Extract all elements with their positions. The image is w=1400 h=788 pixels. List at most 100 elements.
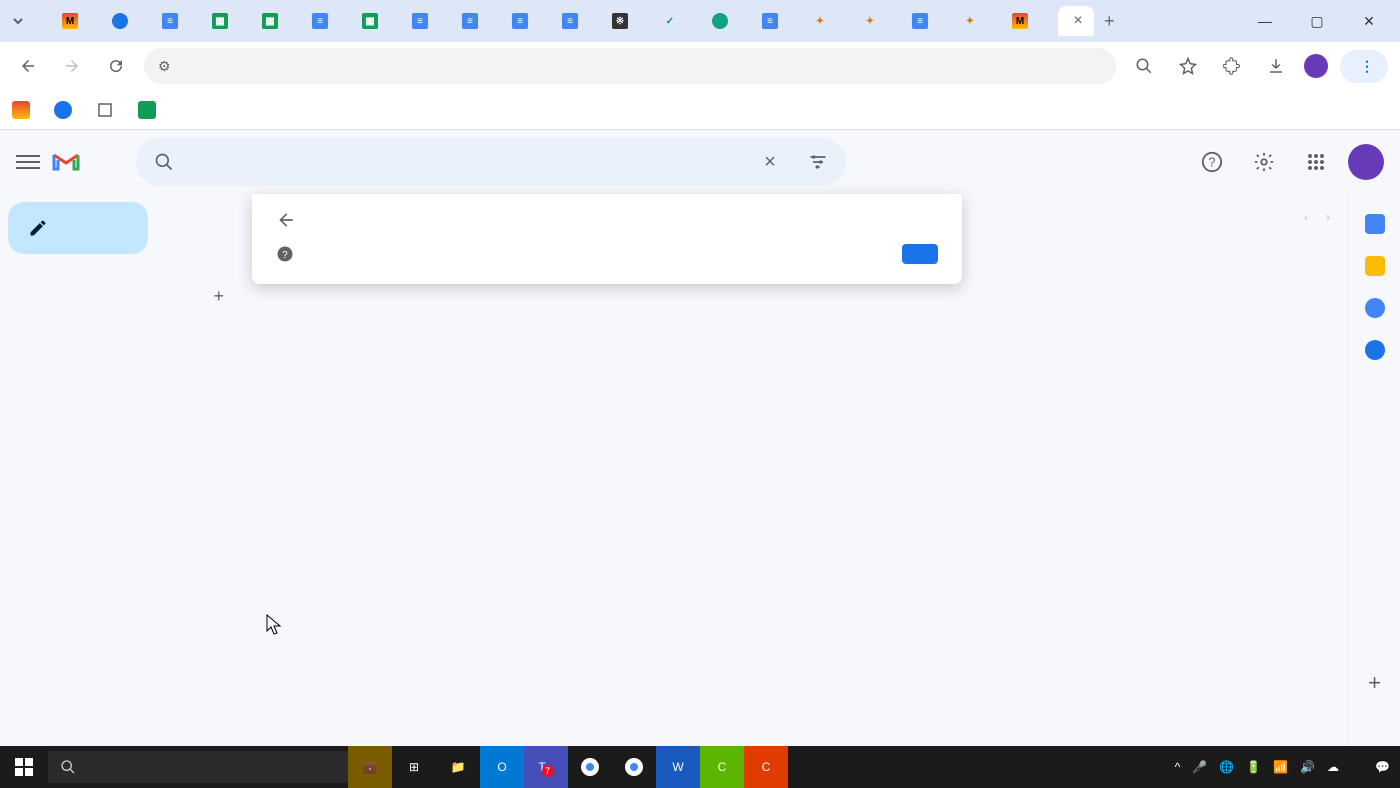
learn-more-link[interactable]: ?	[276, 245, 306, 263]
tab-sheet-3[interactable]: ▦	[358, 6, 402, 36]
back-arrow-icon[interactable]	[276, 210, 296, 230]
tab-doc-6[interactable]: ≡	[558, 6, 602, 36]
tray-weather-icon[interactable]: 🌐	[1219, 760, 1234, 774]
start-button[interactable]	[0, 758, 48, 776]
window-close[interactable]: ✕	[1346, 6, 1392, 36]
chrome-update-button[interactable]: ⋮	[1340, 50, 1388, 83]
create-filter-button[interactable]	[902, 244, 938, 264]
taskbar-taskview[interactable]: ⊞	[392, 746, 436, 788]
keep-addon-icon[interactable]	[1365, 256, 1385, 276]
tab-menu[interactable]	[8, 6, 52, 36]
filter-panel: ?	[252, 194, 962, 284]
tab-doc-3[interactable]: ≡	[408, 6, 452, 36]
taskbar-chrome-2[interactable]	[612, 746, 656, 788]
search-box: ×	[136, 138, 846, 186]
close-icon[interactable]: ×	[1073, 12, 1082, 30]
downloads-icon[interactable]	[1260, 50, 1292, 82]
tab-doc-5[interactable]: ≡	[508, 6, 552, 36]
tab-pepper[interactable]	[108, 6, 152, 36]
contacts-addon-icon[interactable]	[1365, 340, 1385, 360]
tab-doc-7[interactable]: ≡	[758, 6, 802, 36]
taskbar-briefcase[interactable]: 💼	[348, 746, 392, 788]
account-avatar[interactable]	[1348, 144, 1384, 180]
tray-onedrive-icon[interactable]: ☁	[1327, 760, 1339, 774]
apps-icon[interactable]	[1296, 142, 1336, 182]
gmail-app: × ? +	[0, 130, 1400, 788]
tray-wifi-icon[interactable]: 📶	[1273, 760, 1288, 774]
mouse-cursor-icon	[266, 614, 284, 636]
mail-list: ‹ ›	[978, 194, 1348, 258]
tab-doc-2[interactable]: ≡	[308, 6, 352, 36]
tray-chevron-icon[interactable]: ^	[1175, 760, 1181, 774]
tab-sheet-2[interactable]: ▦	[258, 6, 302, 36]
bookmark-clickup[interactable]	[96, 101, 120, 119]
reload-button[interactable]	[100, 50, 132, 82]
pager-prev-icon[interactable]: ‹	[1304, 210, 1308, 224]
tab-gmail-2[interactable]: M	[1008, 6, 1052, 36]
svg-text:?: ?	[282, 250, 288, 261]
tab-doc-1[interactable]: ≡	[158, 6, 202, 36]
tab-chatgpt[interactable]	[708, 6, 752, 36]
tab-sheet-1[interactable]: ▦	[208, 6, 252, 36]
clear-search-icon[interactable]: ×	[750, 142, 790, 182]
taskbar-camtasia-1[interactable]: C	[700, 746, 744, 788]
tab-gmail[interactable]: M	[58, 6, 102, 36]
tab-misc-1[interactable]: ※	[608, 6, 652, 36]
taskbar-search[interactable]	[48, 751, 348, 783]
tab-claude-1[interactable]: ✦	[808, 6, 852, 36]
calendar-addon-icon[interactable]	[1365, 214, 1385, 234]
add-label-icon[interactable]: +	[213, 286, 224, 307]
browser-tab-strip: M ≡ ▦ ▦ ≡ ▦ ≡ ≡ ≡ ≡ ※ ✓ ≡ ✦ ✦ ≡ ✦ M × + …	[0, 0, 1400, 42]
bookmark-pepper[interactable]	[54, 101, 78, 119]
taskbar-word[interactable]: W	[656, 746, 700, 788]
main-area: ? ‹ ›	[252, 194, 1348, 788]
url-field[interactable]: ⚙	[144, 48, 1116, 84]
bookmark-star-icon[interactable]	[1172, 50, 1204, 82]
compose-button[interactable]	[8, 202, 148, 254]
bookmark-gmail[interactable]	[12, 101, 36, 119]
help-icon: ?	[276, 245, 294, 263]
forward-button[interactable]	[56, 50, 88, 82]
tray-mic-icon[interactable]: 🎤	[1192, 760, 1207, 774]
tab-claude-2[interactable]: ✦	[858, 6, 902, 36]
search-input[interactable]	[192, 153, 742, 171]
tray-volume-icon[interactable]: 🔊	[1300, 760, 1315, 774]
labels-header: +	[8, 268, 244, 307]
back-button[interactable]	[12, 50, 44, 82]
gmail-header: × ?	[0, 130, 1400, 194]
tab-doc-4[interactable]: ≡	[458, 6, 502, 36]
extensions-icon[interactable]	[1216, 50, 1248, 82]
tab-current[interactable]: ×	[1058, 6, 1094, 36]
site-info-icon[interactable]: ⚙	[158, 58, 171, 75]
bookmarks-bar	[0, 90, 1400, 130]
address-bar: ⚙ ⋮	[0, 42, 1400, 90]
main-menu-icon[interactable]	[16, 155, 40, 169]
tray-notifications-icon[interactable]: 💬	[1375, 760, 1390, 774]
taskbar-outlook[interactable]: O	[480, 746, 524, 788]
new-tab-button[interactable]: +	[1100, 6, 1144, 36]
tab-check[interactable]: ✓	[658, 6, 702, 36]
window-maximize[interactable]: ▢	[1294, 6, 1340, 36]
search-options-icon[interactable]	[798, 142, 838, 182]
add-addon-icon[interactable]: +	[1368, 670, 1381, 696]
taskbar-explorer[interactable]: 📁	[436, 746, 480, 788]
gmail-logo[interactable]	[52, 151, 86, 173]
taskbar-camtasia-2[interactable]: C	[744, 746, 788, 788]
pencil-icon	[28, 218, 48, 238]
search-icon[interactable]	[144, 142, 184, 182]
tray-battery-icon[interactable]: 🔋	[1246, 760, 1261, 774]
bookmark-arfaa-sheet[interactable]	[138, 101, 162, 119]
pager-next-icon[interactable]: ›	[1326, 210, 1330, 224]
svg-text:?: ?	[1208, 155, 1215, 170]
profile-avatar[interactable]	[1304, 54, 1328, 78]
support-icon[interactable]: ?	[1192, 142, 1232, 182]
settings-icon[interactable]	[1244, 142, 1284, 182]
tab-doc-8[interactable]: ≡	[908, 6, 952, 36]
tasks-addon-icon[interactable]	[1365, 298, 1385, 318]
window-minimize[interactable]: —	[1242, 6, 1288, 36]
taskbar-chrome-1[interactable]	[568, 746, 612, 788]
zoom-icon[interactable]	[1128, 50, 1160, 82]
tab-claude-3[interactable]: ✦	[958, 6, 1002, 36]
taskbar-teams[interactable]: T7	[524, 746, 568, 788]
system-tray: ^ 🎤 🌐 🔋 📶 🔊 ☁ 💬	[1175, 760, 1400, 774]
